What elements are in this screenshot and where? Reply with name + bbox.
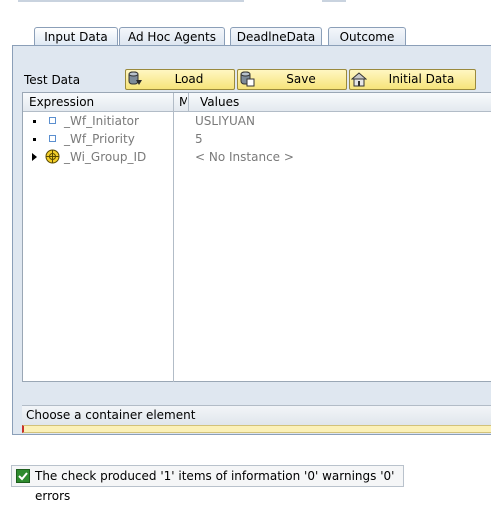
expand-arrow-icon[interactable] — [32, 153, 37, 161]
element-name: _Wf_Initiator — [64, 114, 139, 128]
leaf-bullet — [33, 138, 36, 141]
element-value: 5 — [195, 132, 203, 146]
column-header-expression[interactable]: Expression — [29, 93, 94, 111]
save-button[interactable]: Save — [237, 69, 347, 90]
initial-data-button-label: Initial Data — [388, 72, 455, 86]
element-name: _Wf_Priority — [64, 132, 135, 146]
object-icon — [45, 149, 60, 164]
leaf-bullet — [33, 120, 36, 123]
input-field-strip[interactable] — [22, 425, 491, 433]
save-button-label: Save — [286, 72, 316, 86]
tab-ad-hoc-agents[interactable]: Ad Hoc Agents — [119, 27, 225, 45]
status-message: The check produced '1' items of informat… — [35, 469, 395, 503]
check-icon — [16, 469, 30, 483]
tree-row[interactable]: _Wi_Group_ID < No Instance > — [23, 148, 491, 166]
tab-input-data[interactable]: Input Data — [34, 27, 118, 46]
tree-row[interactable]: _Wf_Initiator USLIYUAN — [23, 112, 491, 130]
tree-row[interactable]: _Wf_Priority 5 — [23, 130, 491, 148]
save-icon — [240, 71, 255, 87]
column-header-m[interactable]: M — [179, 93, 187, 111]
container-tree[interactable]: Expression M Values _Wf_Initiator USLIYU… — [22, 92, 491, 382]
element-icon — [49, 117, 56, 124]
load-button[interactable]: Load — [125, 69, 235, 90]
test-data-label: Test Data — [24, 73, 81, 87]
status-bar: The check produced '1' items of informat… — [11, 465, 404, 503]
top-border-stub — [18, 0, 244, 2]
element-value: USLIYUAN — [195, 114, 255, 128]
container-message-bar: Choose a container element — [22, 405, 491, 425]
column-divider[interactable] — [188, 93, 189, 111]
column-header-values[interactable]: Values — [200, 93, 239, 111]
initial-data-button[interactable]: Initial Data — [349, 69, 476, 90]
load-button-label: Load — [174, 72, 204, 86]
tab-outcome[interactable]: Outcome — [328, 27, 406, 45]
element-name: _Wi_Group_ID — [64, 150, 147, 164]
load-icon — [128, 71, 142, 85]
tab-deadline-data[interactable]: DeadlneData — [230, 27, 322, 45]
element-value: < No Instance > — [195, 150, 294, 164]
element-icon — [49, 135, 56, 142]
initial-data-icon — [351, 72, 367, 87]
tree-header: Expression M Values — [23, 93, 491, 112]
tab-area: Input Data Ad Hoc Agents DeadlneData Out… — [12, 27, 491, 435]
tab-panel-input-data: Test Data Load Save Initial Data Express… — [12, 45, 491, 435]
top-border-stub — [322, 0, 346, 2]
